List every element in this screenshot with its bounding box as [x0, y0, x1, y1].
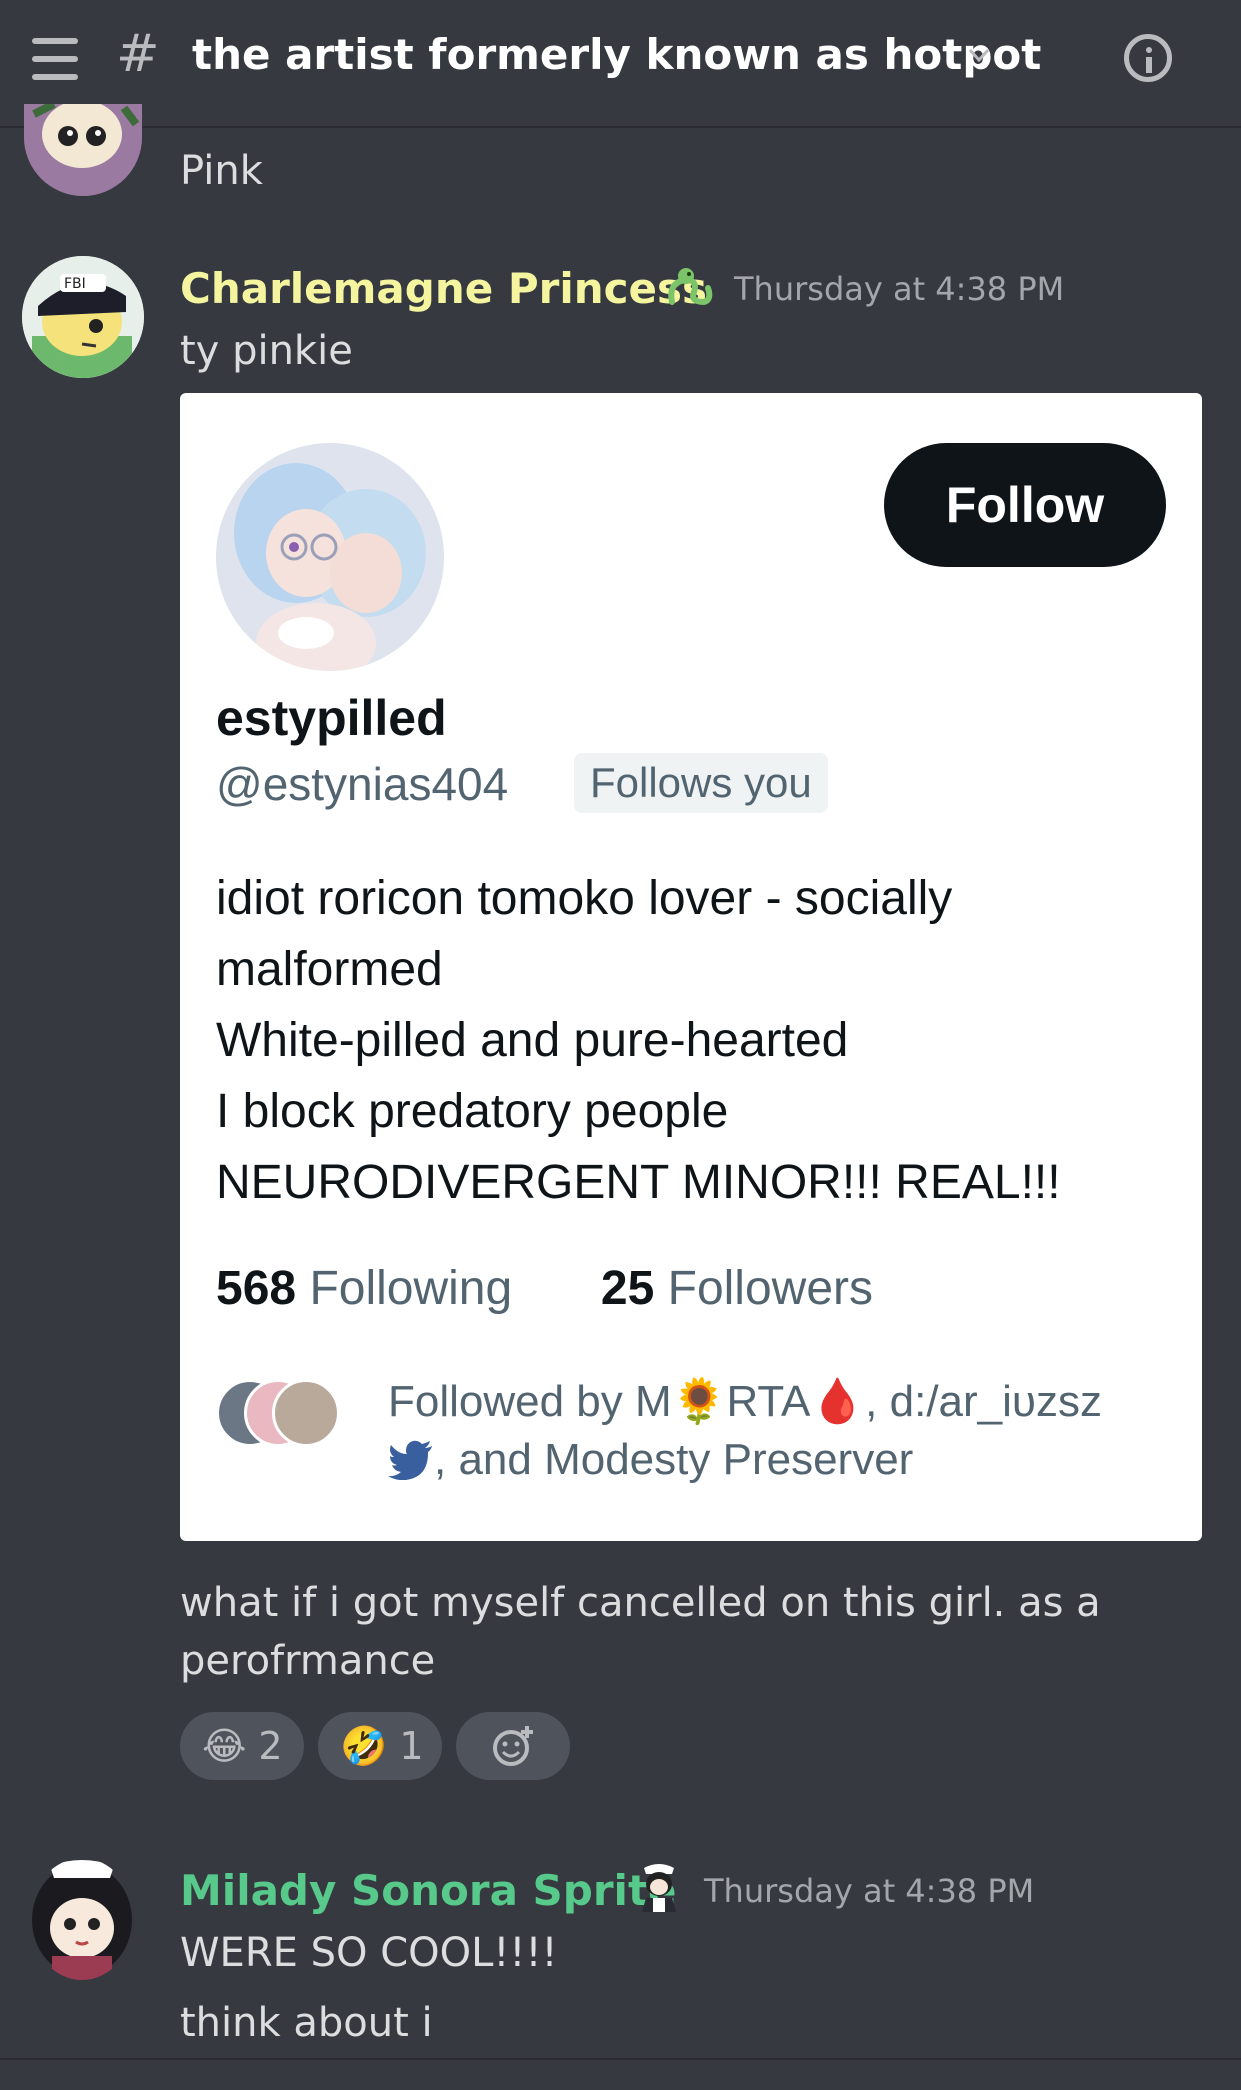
dragon-badge-icon [668, 268, 713, 306]
profile-stats: 568 Following 25 Followers [216, 1261, 873, 1316]
reaction-button[interactable]: 🤣 1 [318, 1712, 442, 1780]
message-text: Pink [180, 148, 263, 194]
add-reaction-icon [493, 1726, 533, 1766]
message-text: ty pinkie [180, 328, 353, 374]
reaction-count: 2 [258, 1724, 283, 1768]
followed-by-text: Followed by M🌻RTA🩸, d:/ar_iᴜzsz , and Mo… [388, 1373, 1102, 1489]
info-icon[interactable] [1124, 34, 1172, 82]
message-text: think about i [180, 2000, 433, 2046]
message-text: perofrmance [180, 1638, 436, 1684]
message-timestamp: Thursday at 4:38 PM [734, 270, 1065, 308]
svg-text:FBI: FBI [64, 276, 86, 292]
author-name[interactable]: Milady Sonora Sprite [180, 1866, 677, 1915]
profile-handle: @estynias404 [216, 758, 509, 810]
channel-header: # the artist formerly known as hotpot [0, 0, 1241, 128]
followed-by-line: Followed by M🌻RTA🩸, d:/ar_iᴜzsz [388, 1377, 1102, 1426]
rofl-icon: 🤣 [340, 1723, 388, 1768]
following-label[interactable]: Following [309, 1262, 512, 1315]
bio-line: I block predatory people [216, 1085, 729, 1138]
hamburger-menu-icon[interactable] [32, 38, 78, 80]
reaction-button[interactable]: 😂 2 [180, 1712, 304, 1780]
bio-line: malformed [216, 943, 443, 996]
profile-avatar [216, 443, 444, 671]
following-count: 568 [216, 1262, 297, 1315]
profile-display-name: estypilled [216, 690, 447, 746]
profile-bio: idiot roricon tomoko lover - socially ma… [216, 863, 1061, 1218]
followed-by-line: , and Modesty Preserver [434, 1435, 914, 1484]
followers-count: 25 [600, 1262, 655, 1315]
hash-icon: # [116, 24, 160, 84]
laughing-crying-icon: 😂 [202, 1724, 247, 1768]
follow-button[interactable]: Follow [884, 443, 1166, 567]
bio-line: NEURODIVERGENT MINOR!!! REAL!!! [216, 1156, 1061, 1209]
author-name[interactable]: Charlemagne Princess [180, 264, 707, 313]
avatar[interactable] [24, 104, 142, 196]
followed-by-avatars [216, 1379, 340, 1447]
channel-title[interactable]: the artist formerly known as hotpot [192, 30, 1041, 79]
reaction-count: 1 [399, 1724, 424, 1768]
add-reaction-button[interactable] [456, 1712, 570, 1780]
bio-line: White-pilled and pure-hearted [216, 1014, 849, 1067]
avatar[interactable] [30, 1858, 134, 1980]
avatar[interactable]: FBI [22, 256, 144, 378]
chevron-down-icon[interactable] [968, 44, 990, 66]
twitter-bird-icon [388, 1440, 432, 1481]
maid-badge-icon [642, 1864, 676, 1912]
followers-label[interactable]: Followers [668, 1262, 873, 1315]
bio-line: idiot roricon tomoko lover - socially [216, 872, 953, 925]
message-text: what if i got myself cancelled on this g… [180, 1580, 1101, 1626]
message-timestamp: Thursday at 4:38 PM [704, 1872, 1035, 1910]
bottom-divider [0, 2058, 1241, 2060]
twitter-profile-embed[interactable]: Follow estypilled @estynias404 Follows y… [180, 393, 1202, 1541]
follows-you-badge: Follows you [574, 753, 828, 813]
message-text: WERE SO COOL!!!! [180, 1930, 558, 1976]
